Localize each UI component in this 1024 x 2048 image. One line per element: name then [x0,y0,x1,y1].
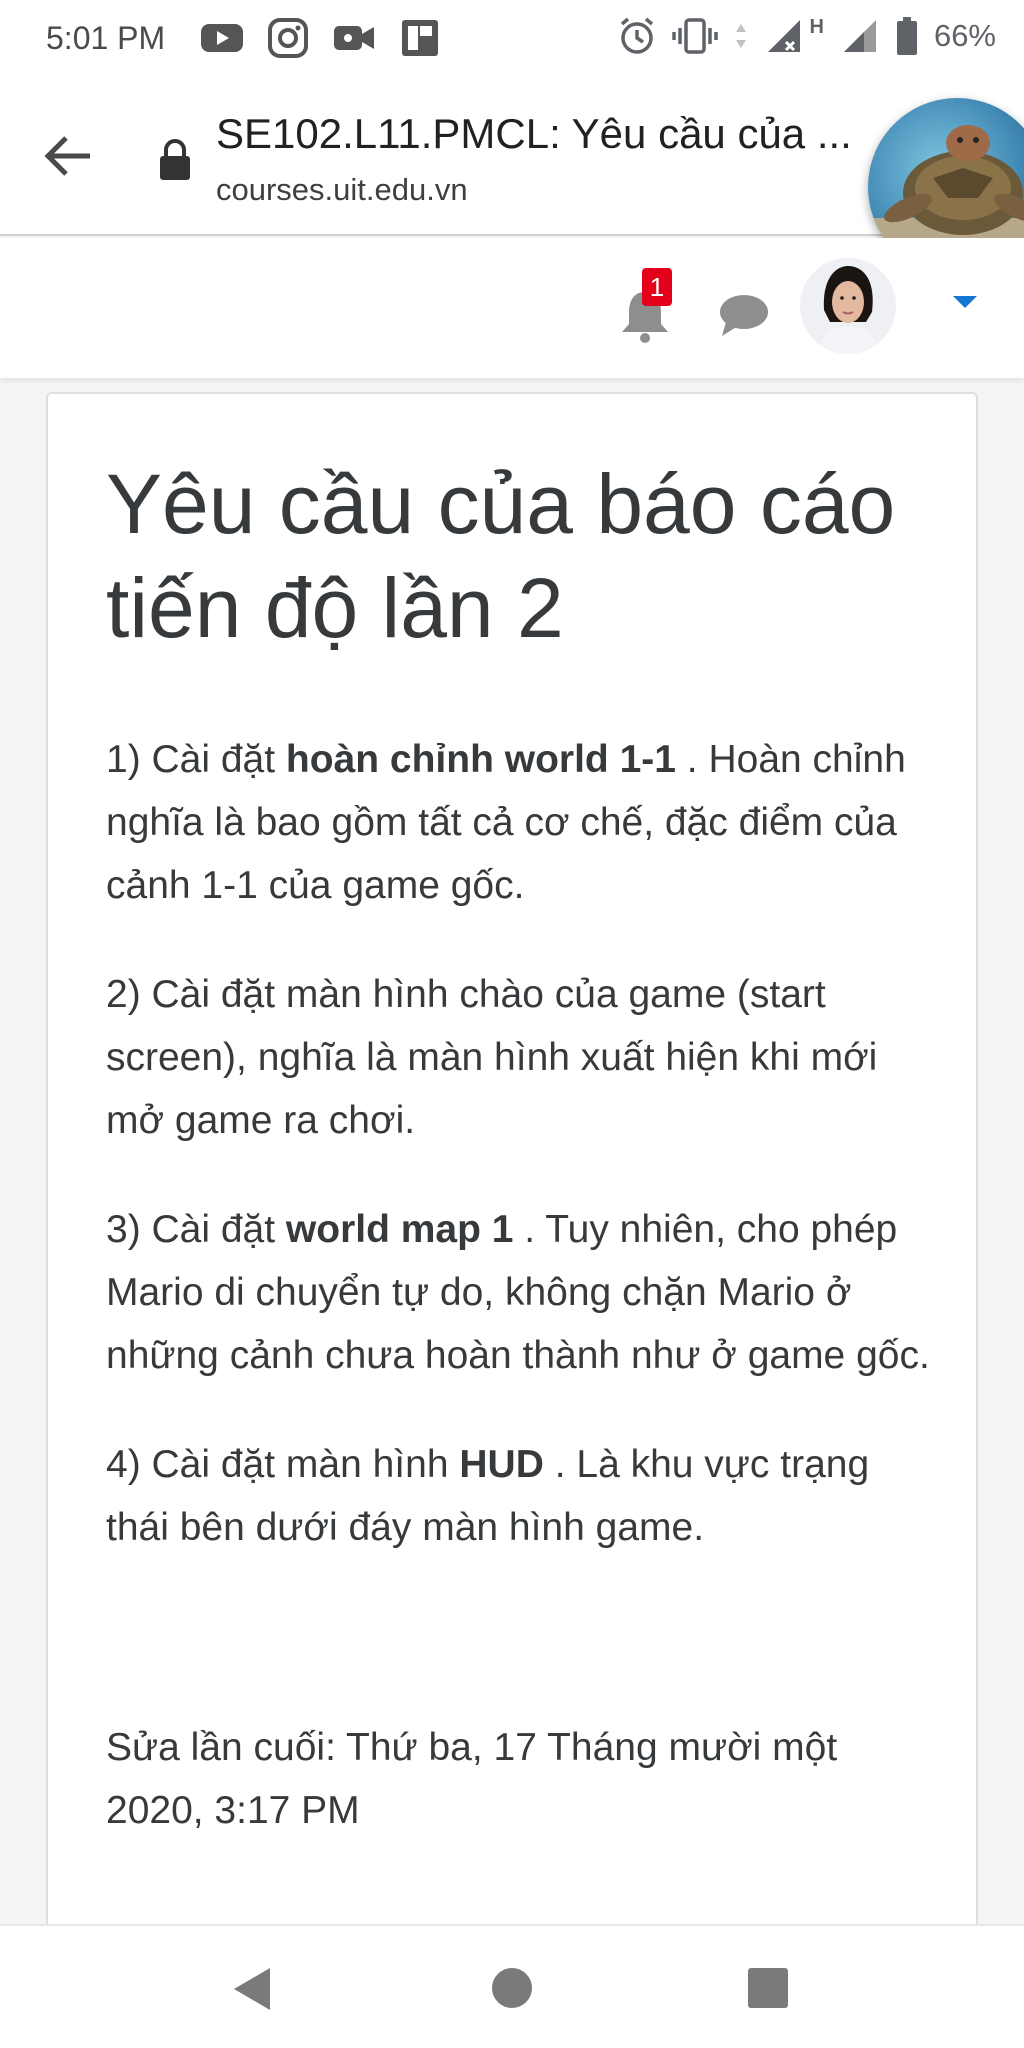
last-modified-text: Sửa lần cuối: Thứ ba, 17 Tháng mười một … [106,1726,838,1832]
user-menu-caret-icon[interactable] [952,294,978,310]
page-content: 1) Cài đặt hoàn chỉnh world 1-1 . Hoàn c… [106,728,936,1605]
battery-percent: 66% [933,18,996,53]
notification-icons [200,18,442,58]
status-bar: 5:01 PM H 66% [0,0,1024,80]
video-camera-icon [334,26,374,50]
signal-icon [843,20,876,52]
lock-icon[interactable] [158,138,192,182]
flipboard-icon [402,20,438,56]
notification-count-badge: 1 [642,268,672,306]
battery-icon [896,17,917,55]
youtube-icon [201,24,243,52]
requirement-item-2: 2) Cài đặt màn hình chào của game (start… [106,973,878,1142]
page-title-text[interactable]: SE102.L11.PMCL: Yêu cầu của ... [216,110,876,158]
requirement-item-1: 1) Cài đặt hoàn chỉnh world 1-1 . Hoàn c… [106,738,906,907]
system-navigation-bar [0,1924,1024,2048]
network-type-label: H [809,15,824,38]
data-arrows-icon [735,24,746,48]
system-status-icons: H 66% [618,15,996,56]
page-heading: Yêu cầu của báo cáo tiến độ lần 2 [106,457,896,655]
site-navbar: 1 [0,238,1024,378]
url-text[interactable]: courses.uit.edu.vn [216,172,468,208]
requirement-item-3: 3) Cài đặt world map 1 . Tuy nhiên, cho … [106,1208,930,1377]
requirement-item-4: 4) Cài đặt màn hình HUD . Là khu vực trạ… [106,1443,870,1549]
user-avatar[interactable] [800,258,896,354]
back-arrow-icon[interactable] [40,128,96,184]
alarm-icon [620,17,653,54]
content-card: Yêu cầu của báo cáo tiến độ lần 2 1) Cài… [46,392,978,1932]
vibrate-icon [671,18,718,54]
instagram-icon [268,18,308,58]
nav-back-icon[interactable] [230,1964,274,2014]
messages-chat-icon[interactable] [718,292,770,338]
status-time: 5:01 PM [46,20,166,56]
nav-home-icon[interactable] [490,1966,534,2010]
browser-toolbar: SE102.L11.PMCL: Yêu cầu của ... courses.… [0,80,1024,236]
nav-recents-icon[interactable] [746,1966,790,2010]
signal-x-icon [767,20,800,52]
user-photo [800,258,896,354]
